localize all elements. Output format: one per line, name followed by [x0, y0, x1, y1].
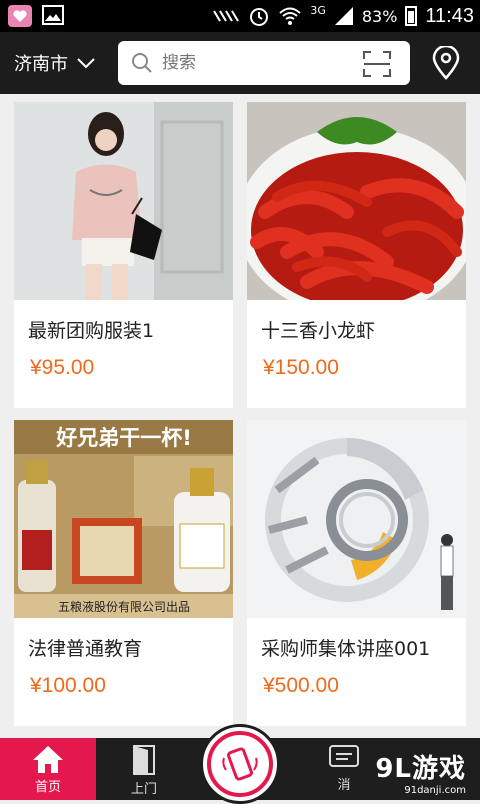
product-price: ¥150.00 — [263, 356, 339, 379]
chevron-down-icon — [77, 58, 95, 69]
product-title: 十三香小龙虾 — [261, 320, 376, 342]
product-title: 最新团购服装1 — [28, 320, 155, 342]
call-button[interactable] — [200, 724, 280, 804]
tab-message-label: 消 — [337, 778, 351, 793]
mute-icon — [213, 10, 240, 22]
image-banner-text: 好兄弟干一杯! — [55, 426, 192, 450]
alarm-icon — [250, 8, 269, 26]
clock: 11:43 — [425, 4, 474, 27]
battery-percent: 83% — [361, 6, 398, 26]
bottom-nav: 首页 上门 消 9L游戏 91danji.com — [0, 724, 480, 804]
location-icon[interactable] — [432, 46, 460, 80]
battery-icon — [405, 6, 418, 26]
watermark-site: 91danji.com — [404, 785, 466, 796]
signal-icon — [334, 7, 353, 25]
wifi-icon — [279, 7, 301, 25]
phone-vibrate-icon — [222, 747, 258, 781]
watermark-logo: 9L游戏 — [375, 754, 466, 784]
image-footer-text: 五粮液股份有限公司出品 — [58, 599, 190, 614]
tab-home[interactable]: 首页 — [0, 738, 96, 800]
product-image — [247, 102, 466, 300]
network-type: 3G — [310, 3, 326, 17]
product-image — [247, 420, 466, 618]
gallery-icon — [42, 5, 64, 25]
message-icon — [329, 745, 359, 767]
product-price: ¥95.00 — [30, 356, 95, 379]
search-icon — [132, 53, 152, 73]
top-bar: 济南市 — [0, 32, 480, 94]
app-heart-icon — [8, 5, 32, 27]
product-price: ¥100.00 — [30, 674, 106, 697]
tab-home-label: 首页 — [34, 780, 61, 795]
status-bar: 3G 83% 11:43 — [0, 0, 480, 32]
scan-icon[interactable] — [362, 50, 392, 78]
search-input[interactable] — [162, 49, 352, 77]
product-card[interactable]: 十三香小龙虾 ¥150.00 — [247, 102, 466, 408]
product-title: 采购师集体讲座001 — [261, 638, 431, 660]
city-label: 济南市 — [14, 54, 68, 75]
product-card[interactable]: 好兄弟干一杯! 五粮液股份有限公司出品 法律普通教育 ¥100.00 — [14, 420, 233, 726]
product-price: ¥500.00 — [263, 674, 339, 697]
product-title: 法律普通教育 — [28, 638, 143, 660]
city-selector[interactable]: 济南市 — [14, 50, 96, 76]
product-image — [14, 102, 233, 300]
tab-visit[interactable]: 上门 — [96, 738, 192, 800]
home-icon — [33, 746, 63, 773]
watermark: 9L游戏 91danji.com — [375, 748, 466, 796]
tab-visit-label: 上门 — [130, 782, 157, 797]
product-card[interactable]: 最新团购服装1 ¥95.00 — [14, 102, 233, 408]
door-icon — [133, 745, 155, 775]
product-image: 好兄弟干一杯! 五粮液股份有限公司出品 — [14, 420, 233, 618]
product-card[interactable]: 采购师集体讲座001 ¥500.00 — [247, 420, 466, 726]
search-box[interactable] — [118, 41, 410, 85]
